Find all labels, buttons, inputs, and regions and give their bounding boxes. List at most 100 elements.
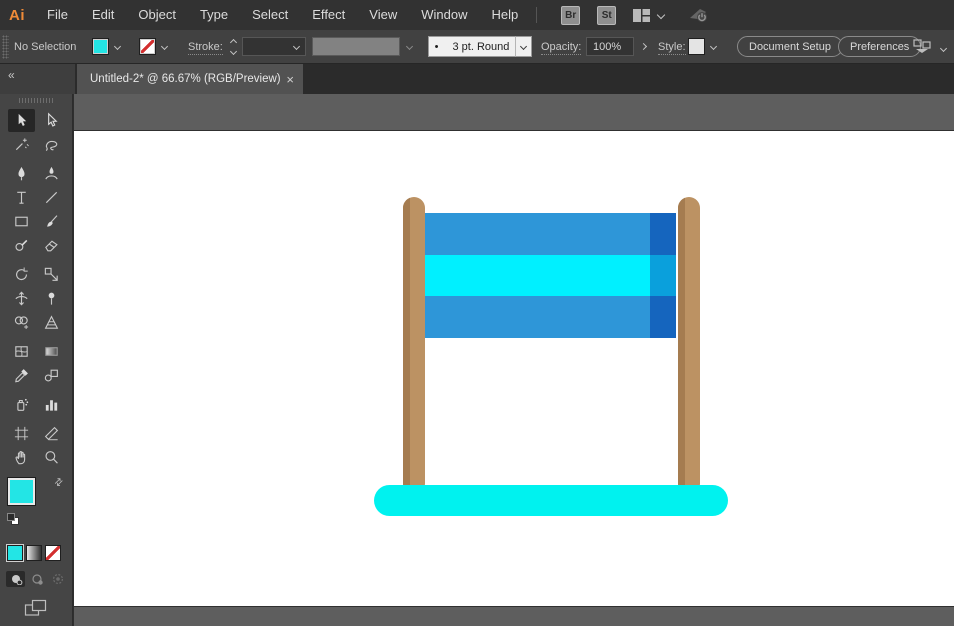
menu-view[interactable]: View bbox=[357, 0, 409, 30]
gradient-tool-icon[interactable] bbox=[38, 340, 65, 363]
eraser-tool-icon[interactable] bbox=[38, 234, 65, 257]
arrange-dropdown[interactable] bbox=[936, 40, 951, 57]
menu-items: File Edit Object Type Select Effect View Window… bbox=[35, 0, 530, 30]
banner-shadow-edge[interactable] bbox=[650, 213, 676, 339]
gradient-button[interactable] bbox=[26, 545, 42, 561]
workspace-switcher-icon[interactable] bbox=[632, 8, 666, 23]
magic-wand-tool-icon[interactable] bbox=[8, 133, 35, 156]
stroke-weight-field[interactable] bbox=[242, 37, 306, 56]
collapse-panel-icon[interactable]: « bbox=[8, 68, 15, 82]
width-profile-field[interactable] bbox=[312, 37, 400, 56]
rectangle-tool-icon[interactable] bbox=[8, 210, 35, 233]
zoom-tool-icon[interactable] bbox=[38, 446, 65, 469]
menu-bar: Ai File Edit Object Type Select Effect View Win… bbox=[0, 0, 954, 30]
fill-stroke-control: ⇄ bbox=[7, 476, 67, 529]
fill-color-swatch[interactable] bbox=[92, 38, 109, 55]
width-profile-dropdown[interactable] bbox=[402, 38, 417, 55]
fill-indicator[interactable] bbox=[7, 477, 36, 506]
menu-effect[interactable]: Effect bbox=[300, 0, 357, 30]
banner-shade-middle[interactable] bbox=[650, 254, 676, 297]
style-swatch[interactable] bbox=[688, 38, 705, 55]
none-button[interactable] bbox=[45, 545, 61, 561]
brush-definition-field[interactable]: • 3 pt. Round bbox=[428, 36, 516, 57]
brush-definition-value: 3 pt. Round bbox=[452, 40, 510, 53]
lasso-tool-icon[interactable] bbox=[38, 133, 65, 156]
mesh-tool-icon[interactable] bbox=[8, 340, 35, 363]
brush-dropdown[interactable] bbox=[515, 36, 532, 57]
artboard-tool-icon[interactable] bbox=[8, 422, 35, 445]
artboard[interactable] bbox=[74, 130, 954, 607]
fill-dropdown[interactable] bbox=[110, 38, 125, 55]
bridge-button[interactable]: Br bbox=[561, 5, 581, 25]
menu-window[interactable]: Window bbox=[409, 0, 479, 30]
scale-tool-icon[interactable] bbox=[38, 263, 65, 286]
stroke-weight-stepper[interactable] bbox=[227, 37, 239, 57]
blend-tool-icon[interactable] bbox=[38, 364, 65, 387]
right-post-shape[interactable] bbox=[678, 197, 700, 488]
eyedropper-tool-icon[interactable] bbox=[8, 364, 35, 387]
close-tab-icon[interactable]: × bbox=[286, 73, 294, 86]
swap-fill-stroke-icon[interactable]: ⇄ bbox=[52, 476, 66, 490]
menu-help[interactable]: Help bbox=[479, 0, 530, 30]
type-tool-icon[interactable] bbox=[8, 186, 35, 209]
arrange-icon[interactable] bbox=[912, 38, 932, 60]
draw-behind-icon[interactable] bbox=[27, 571, 46, 587]
direct-selection-tool-icon[interactable] bbox=[38, 109, 65, 132]
preferences-button[interactable]: Preferences bbox=[838, 36, 922, 57]
menu-type[interactable]: Type bbox=[188, 0, 240, 30]
banner-stripe-middle[interactable] bbox=[424, 254, 676, 297]
banner-shade-bottom[interactable] bbox=[650, 296, 676, 339]
stock-button[interactable]: St bbox=[597, 5, 617, 25]
style-dropdown[interactable] bbox=[706, 38, 721, 55]
shaper-tool-icon[interactable] bbox=[8, 234, 35, 257]
document-setup-button[interactable]: Document Setup bbox=[737, 36, 843, 57]
base-shape[interactable] bbox=[374, 485, 728, 516]
draw-inside-icon[interactable] bbox=[48, 571, 67, 587]
width-tool-icon[interactable] bbox=[8, 287, 35, 310]
opacity-label[interactable]: Opacity: bbox=[541, 41, 582, 55]
illustrator-window: Ai File Edit Object Type Select Effect View Win… bbox=[0, 0, 954, 626]
shape-builder-tool-icon[interactable] bbox=[8, 311, 35, 334]
color-button[interactable] bbox=[7, 545, 23, 561]
menu-object[interactable]: Object bbox=[126, 0, 188, 30]
menu-select[interactable]: Select bbox=[240, 0, 300, 30]
menu-edit[interactable]: Edit bbox=[80, 0, 126, 30]
perspective-grid-tool-icon[interactable] bbox=[38, 311, 65, 334]
opacity-field[interactable]: 100% bbox=[586, 37, 634, 56]
canvas-area[interactable] bbox=[74, 94, 954, 626]
banner-stripe-top[interactable] bbox=[424, 213, 676, 255]
opacity-options-arrow[interactable] bbox=[636, 37, 651, 56]
menu-file[interactable]: File bbox=[35, 0, 80, 30]
color-type-buttons bbox=[7, 545, 72, 561]
screen-mode-icon[interactable] bbox=[24, 599, 72, 622]
selection-status: No Selection bbox=[14, 41, 77, 53]
banner-stripe-bottom[interactable] bbox=[424, 296, 676, 339]
column-graph-tool-icon[interactable] bbox=[38, 393, 65, 416]
stroke-dropdown[interactable] bbox=[157, 38, 172, 55]
left-post-shape[interactable] bbox=[403, 197, 425, 488]
hand-tool-icon[interactable] bbox=[8, 446, 35, 469]
style-label[interactable]: Style: bbox=[658, 41, 686, 55]
pen-tool-icon[interactable] bbox=[8, 162, 35, 185]
default-fill-stroke-icon[interactable] bbox=[7, 513, 19, 525]
line-segment-tool-icon[interactable] bbox=[38, 186, 65, 209]
paintbrush-tool-icon[interactable] bbox=[38, 210, 65, 233]
draw-normal-icon[interactable] bbox=[6, 571, 25, 587]
tools-panel-grip[interactable] bbox=[19, 98, 53, 103]
drawing-mode-buttons bbox=[6, 571, 72, 587]
symbol-sprayer-tool-icon[interactable] bbox=[8, 393, 35, 416]
banner-shade-top[interactable] bbox=[650, 213, 676, 255]
slice-tool-icon[interactable] bbox=[38, 422, 65, 445]
banner-shape[interactable] bbox=[424, 213, 676, 339]
controlbar-grip[interactable] bbox=[2, 35, 9, 59]
stroke-color-swatch[interactable] bbox=[139, 38, 156, 55]
document-tab-title: Untitled-2* @ 66.67% (RGB/Preview) bbox=[90, 73, 281, 85]
stroke-weight-label[interactable]: Stroke: bbox=[188, 41, 223, 55]
document-tab[interactable]: Untitled-2* @ 66.67% (RGB/Preview) × bbox=[77, 64, 303, 94]
sync-share-icon[interactable] bbox=[686, 6, 712, 24]
rotate-tool-icon[interactable] bbox=[8, 263, 35, 286]
selection-tool-icon[interactable] bbox=[7, 109, 35, 132]
tools-panel-header: « bbox=[0, 64, 75, 94]
curvature-tool-icon[interactable] bbox=[38, 162, 65, 185]
puppet-warp-tool-icon[interactable] bbox=[38, 287, 65, 310]
